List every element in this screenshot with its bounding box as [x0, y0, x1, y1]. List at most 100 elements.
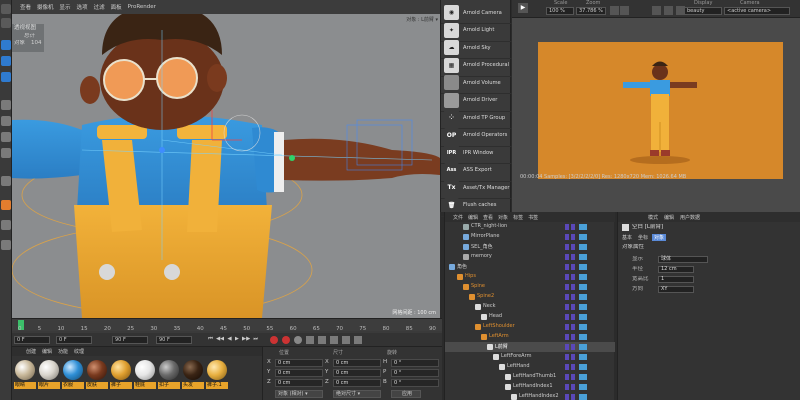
viewport-menu-camera[interactable]: 摄像机 [37, 3, 54, 11]
om-menu-edit[interactable]: 编辑 [468, 214, 478, 221]
om-menu-file[interactable]: 文件 [453, 214, 463, 221]
rotation-key-icon[interactable] [330, 336, 338, 344]
material-swatch[interactable]: 眼睛 [14, 359, 36, 397]
size-mode-select[interactable]: 绝对尺寸 ▾ [333, 390, 381, 398]
model-mode-icon[interactable] [1, 100, 11, 110]
list-item[interactable]: Spine2 [445, 292, 615, 302]
camera-select[interactable]: <active camera> [724, 7, 790, 15]
viewport-menu-display[interactable]: 显示 [60, 3, 71, 11]
go-end-icon[interactable]: ⏭ [253, 336, 258, 343]
param-key-icon[interactable] [342, 336, 350, 344]
position-y-field[interactable]: 0 cm [275, 369, 323, 377]
list-item[interactable]: LeftHandIndex1 [445, 382, 615, 392]
material-swatch[interactable]: 裤子.1 [206, 359, 228, 397]
mm-menu-edit[interactable]: 编辑 [42, 348, 52, 355]
list-item[interactable]: LeftHandThumb1 [445, 372, 615, 382]
list-item[interactable]: LeftHand [445, 362, 615, 372]
material-swatch[interactable]: 眼片 [38, 359, 60, 397]
list-item[interactable]: 角色 [445, 262, 615, 272]
coordinate-mode-select[interactable]: 对象 (相对) ▾ [275, 390, 323, 398]
list-item[interactable]: SEL_角色 [445, 242, 615, 252]
tab-basic[interactable]: 基本 [620, 234, 634, 241]
mm-menu-create[interactable]: 创建 [26, 348, 36, 355]
move-icon[interactable] [1, 40, 11, 50]
material-swatch[interactable]: 裤子 [110, 359, 132, 397]
mm-menu-function[interactable]: 功能 [58, 348, 68, 355]
size-x-field[interactable]: 0 cm [333, 359, 381, 367]
lock-icon[interactable] [1, 240, 11, 250]
size-y-field[interactable]: 0 cm [333, 369, 381, 377]
viewport-object-label[interactable]: 对象 : L前臂 ▾ [406, 16, 438, 23]
stop-icon[interactable] [664, 6, 673, 15]
record-icon[interactable] [270, 336, 278, 344]
viewport-menu-panel[interactable]: 面板 [111, 3, 122, 11]
render-canvas[interactable] [538, 42, 783, 179]
max-frame-field[interactable]: 90 F [112, 336, 148, 344]
rotation-p-field[interactable]: 0 ° [391, 369, 439, 377]
undo-icon[interactable] [1, 4, 11, 14]
am-menu-edit[interactable]: 编辑 [664, 214, 674, 221]
am-menu-userdata[interactable]: 用户数据 [680, 214, 700, 221]
material-swatch[interactable]: 鞋底 [134, 359, 156, 397]
polygons-mode-icon[interactable] [1, 148, 11, 158]
orientation-select[interactable]: XY [658, 286, 694, 293]
render-column[interactable] [571, 224, 575, 400]
tab-coord[interactable]: 坐标 [636, 234, 650, 241]
timeline-ruler[interactable]: 0 5 10 15 20 25 30 35 40 45 50 55 60 65 70 75 80 85 90 [12, 319, 442, 332]
tab-object[interactable]: 对象 [652, 234, 667, 241]
mm-menu-texture[interactable]: 纹理 [74, 348, 84, 355]
pla-key-icon[interactable] [354, 336, 362, 344]
material-swatch[interactable]: 头发 [182, 359, 204, 397]
list-item[interactable]: LeftHandIndex2 [445, 392, 615, 400]
edges-mode-icon[interactable] [1, 132, 11, 142]
tags-column[interactable] [579, 224, 587, 400]
om-menu-bookmarks[interactable]: 书签 [528, 214, 538, 221]
rotation-h-field[interactable]: 0 ° [391, 359, 439, 367]
om-menu-object[interactable]: 对象 [498, 214, 508, 221]
min-frame-field[interactable]: 0 F [56, 336, 92, 344]
list-item[interactable]: CTR_night-lion [445, 222, 615, 232]
axis-icon[interactable] [1, 176, 11, 186]
prev-frame-icon[interactable]: ◀ [227, 336, 231, 343]
apply-button[interactable]: 应用 [391, 390, 421, 398]
viewport-menu-filter[interactable]: 过滤 [94, 3, 105, 11]
list-item[interactable]: Hips [445, 272, 615, 282]
material-swatch[interactable]: 皮肤 [86, 359, 108, 397]
list-item[interactable]: LeftShoulder [445, 322, 615, 332]
refresh-icon[interactable] [652, 6, 661, 15]
scale-key-icon[interactable] [318, 336, 326, 344]
radius-field[interactable]: 12 cm [658, 266, 694, 273]
next-frame-icon[interactable]: ▶▶ [242, 336, 250, 343]
play-icon[interactable]: ▶ [518, 3, 528, 13]
aspect-ratio-field[interactable]: 1 [658, 276, 694, 283]
end-frame-field[interactable]: 90 F [156, 336, 192, 344]
crop-icon[interactable] [610, 6, 619, 15]
viewport-menu-options[interactable]: 选项 [77, 3, 88, 11]
fit-icon[interactable] [620, 6, 629, 15]
go-start-icon[interactable]: ⏮ [208, 336, 213, 343]
scale-icon[interactable] [1, 56, 11, 66]
list-item[interactable]: Spine [445, 282, 615, 292]
viewport-menu-prorender[interactable]: ProRender [128, 4, 156, 10]
display-select[interactable]: 球体 [658, 256, 708, 263]
list-item[interactable]: MirrorPlane [445, 232, 615, 242]
position-key-icon[interactable] [306, 336, 314, 344]
position-x-field[interactable]: 0 cm [275, 359, 323, 367]
list-item[interactable]: Head [445, 312, 615, 322]
list-item[interactable]: LeftForeArm [445, 352, 615, 362]
viewport-menu-view[interactable]: 查看 [20, 3, 31, 11]
points-mode-icon[interactable] [1, 116, 11, 126]
keyframe-selection-icon[interactable] [294, 336, 302, 344]
rotate-icon[interactable] [1, 72, 11, 82]
play-icon[interactable]: ▶ [235, 336, 239, 343]
start-frame-field[interactable]: 0 F [14, 336, 50, 344]
display-select[interactable]: beauty [684, 7, 722, 15]
snap-icon[interactable] [1, 200, 11, 210]
list-item-selected[interactable]: L前臂 [445, 342, 615, 352]
scale-field[interactable]: 100 % [546, 7, 574, 15]
am-menu-mode[interactable]: 模式 [648, 214, 658, 221]
autokey-icon[interactable] [282, 336, 290, 344]
om-menu-view[interactable]: 查看 [483, 214, 493, 221]
visibility-column[interactable] [565, 224, 569, 400]
material-swatch[interactable]: 衣服 [62, 359, 84, 397]
